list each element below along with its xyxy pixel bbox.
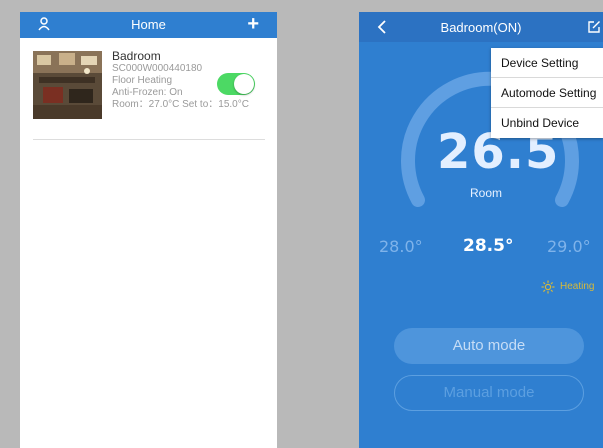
sun-icon [541, 280, 555, 294]
temp-option-lower[interactable]: 28.0° [379, 237, 423, 256]
device-name: Badroom [112, 49, 161, 63]
auto-mode-button[interactable]: Auto mode [394, 328, 584, 364]
menu-item-unbind-device[interactable]: Unbind Device [491, 108, 603, 138]
home-screen: Home + Badroom SC000W000440180 Floor Hea… [20, 12, 277, 448]
page-title: Home [131, 17, 166, 32]
home-header: Home + [20, 12, 277, 38]
thermostat-screen: Badroom(ON) 26.5 Room 28.0° 28.5° 29.0° [359, 12, 603, 448]
heating-label: Heating [560, 281, 595, 292]
divider [33, 139, 265, 140]
device-thumbnail [33, 51, 102, 119]
device-power-toggle[interactable] [217, 73, 255, 95]
toggle-knob [234, 74, 254, 94]
menu-item-automode-setting[interactable]: Automode Setting [491, 78, 603, 108]
add-device-icon[interactable]: + [247, 14, 259, 34]
temp-option-higher[interactable]: 29.0° [547, 237, 591, 256]
room-temperature-line: Room：27.0°C Set to：15.0°C [112, 99, 249, 110]
temp-setpoint[interactable]: 28.5° [463, 236, 513, 256]
manual-mode-button[interactable]: Manual mode [394, 375, 584, 411]
device-list-item[interactable]: Badroom SC000W000440180 Floor Heating An… [33, 49, 265, 131]
room-label: Room [470, 186, 503, 200]
menu-item-device-setting[interactable]: Device Setting [491, 48, 603, 78]
dropdown-menu: Device Setting Automode Setting Unbind D… [491, 48, 603, 138]
